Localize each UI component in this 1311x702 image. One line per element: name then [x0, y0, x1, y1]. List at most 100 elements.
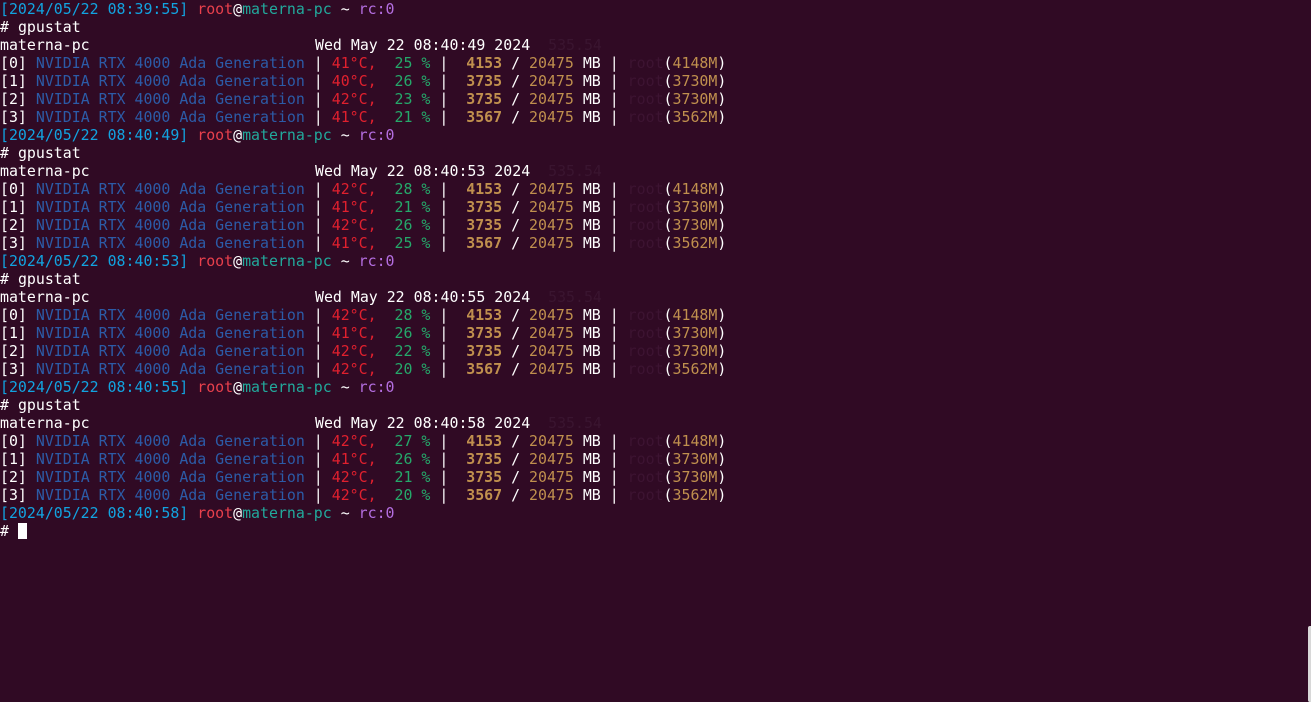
prompt-return-code: rc:0	[358, 252, 395, 270]
gpu-process-user: root	[627, 90, 664, 108]
gpu-memory-unit: MB	[582, 54, 601, 72]
prompt-tilde: ~	[340, 126, 350, 144]
gpu-memory-used: 4153	[466, 54, 503, 72]
gpu-process-memory: 3730M	[672, 342, 718, 360]
separator: |	[600, 432, 628, 450]
paren: (	[663, 90, 673, 108]
gpu-utilization: 28 %	[394, 306, 431, 324]
separator: |	[430, 54, 467, 72]
paren: )	[717, 90, 727, 108]
gpu-memory-total: 20475	[529, 468, 574, 486]
prompt-line: [2024/05/22 08:40:49] root@materna-pc ~ …	[0, 126, 1305, 144]
separator: |	[430, 198, 467, 216]
gpustat-hostname: materna-pc	[0, 414, 90, 432]
gpu-process-user: root	[627, 108, 664, 126]
separator: |	[304, 216, 332, 234]
gpu-utilization: 23 %	[394, 90, 431, 108]
gpu-name: NVIDIA RTX 4000 Ada Generation	[35, 324, 305, 342]
gpu-index: [2]	[0, 90, 27, 108]
separator: |	[600, 234, 628, 252]
separator: |	[430, 468, 467, 486]
gpu-memory-unit: MB	[582, 90, 601, 108]
paren: (	[663, 324, 673, 342]
gpu-memory-total: 20475	[529, 72, 574, 90]
gpustat-datetime: Wed May 22 08:40:55 2024	[315, 288, 531, 306]
paren: )	[717, 450, 727, 468]
separator: |	[304, 306, 332, 324]
command-line: # gpustat	[0, 396, 1305, 414]
separator: |	[304, 54, 332, 72]
gpu-memory-unit: MB	[582, 234, 601, 252]
gpu-memory-used: 3735	[466, 90, 503, 108]
gpu-row: [1] NVIDIA RTX 4000 Ada Generation | 40°…	[0, 72, 727, 90]
gpu-process-user: root	[627, 198, 664, 216]
gpu-name: NVIDIA RTX 4000 Ada Generation	[35, 108, 305, 126]
separator: |	[600, 198, 628, 216]
separator: |	[304, 72, 332, 90]
paren: (	[663, 432, 673, 450]
gpustat-hostname: materna-pc	[0, 162, 90, 180]
gpu-name: NVIDIA RTX 4000 Ada Generation	[35, 54, 305, 72]
gpu-process-memory: 4148M	[672, 180, 718, 198]
separator: |	[304, 342, 332, 360]
gpu-row: [3] NVIDIA RTX 4000 Ada Generation | 41°…	[0, 108, 727, 126]
gpu-memory-used: 3735	[466, 324, 503, 342]
separator: |	[430, 450, 467, 468]
gpu-utilization: 25 %	[394, 54, 431, 72]
prompt-hash: #	[0, 396, 18, 414]
gpu-index: [2]	[0, 216, 27, 234]
gpu-utilization: 21 %	[394, 468, 431, 486]
separator: |	[430, 342, 467, 360]
separator: |	[600, 306, 628, 324]
gpu-row: [3] NVIDIA RTX 4000 Ada Generation | 42°…	[0, 486, 727, 504]
paren: )	[717, 306, 727, 324]
gpu-process-memory: 4148M	[672, 432, 718, 450]
paren: )	[717, 54, 727, 72]
gpu-memory-used: 3567	[466, 108, 503, 126]
gpu-memory-unit: MB	[582, 468, 601, 486]
gpu-name: NVIDIA RTX 4000 Ada Generation	[35, 468, 305, 486]
prompt-line: [2024/05/22 08:40:53] root@materna-pc ~ …	[0, 252, 1305, 270]
gpu-row: [3] NVIDIA RTX 4000 Ada Generation | 42°…	[0, 360, 727, 378]
gpu-utilization: 26 %	[394, 72, 431, 90]
gpu-utilization: 27 %	[394, 432, 431, 450]
prompt-user: root	[197, 504, 234, 522]
gpu-utilization: 21 %	[394, 108, 431, 126]
gpu-memory-used: 4153	[466, 306, 503, 324]
prompt-return-code: rc:0	[358, 0, 395, 18]
gpu-memory-total: 20475	[529, 360, 574, 378]
gpu-row: [0] NVIDIA RTX 4000 Ada Generation | 42°…	[0, 306, 727, 324]
gpustat-datetime: Wed May 22 08:40:49 2024	[315, 36, 531, 54]
gpu-index: [3]	[0, 360, 27, 378]
gpu-name: NVIDIA RTX 4000 Ada Generation	[35, 72, 305, 90]
paren: )	[717, 468, 727, 486]
gpu-process-memory: 3562M	[672, 234, 718, 252]
prompt-host: materna-pc	[242, 504, 332, 522]
paren: )	[717, 324, 727, 342]
gpustat-header: materna-pc Wed May 22 08:40:53 2024 535.5…	[0, 162, 1305, 180]
gpu-memory-used: 4153	[466, 180, 503, 198]
prompt-user: root	[197, 378, 234, 396]
paren: (	[663, 180, 673, 198]
gpu-memory-total: 20475	[529, 306, 574, 324]
paren: (	[663, 72, 673, 90]
separator: |	[600, 72, 628, 90]
input-line[interactable]: #	[0, 522, 1305, 540]
text-cursor[interactable]	[17, 523, 27, 539]
separator: |	[600, 486, 628, 504]
gpu-memory-total: 20475	[529, 108, 574, 126]
paren: )	[717, 216, 727, 234]
separator: |	[600, 450, 628, 468]
prompt-user: root	[197, 126, 234, 144]
prompt-line: [2024/05/22 08:40:58] root@materna-pc ~ …	[0, 504, 1305, 522]
separator: |	[304, 90, 332, 108]
gpu-index: [0]	[0, 54, 27, 72]
command-text: gpustat	[17, 18, 81, 36]
gpu-row: [2] NVIDIA RTX 4000 Ada Generation | 42°…	[0, 468, 727, 486]
gpu-name: NVIDIA RTX 4000 Ada Generation	[35, 432, 305, 450]
separator: |	[600, 324, 628, 342]
gpu-memory-unit: MB	[582, 432, 601, 450]
gpu-name: NVIDIA RTX 4000 Ada Generation	[35, 486, 305, 504]
terminal-output[interactable]: [2024/05/22 08:39:55] root@materna-pc ~ …	[0, 0, 1305, 702]
prompt-host: materna-pc	[242, 252, 332, 270]
